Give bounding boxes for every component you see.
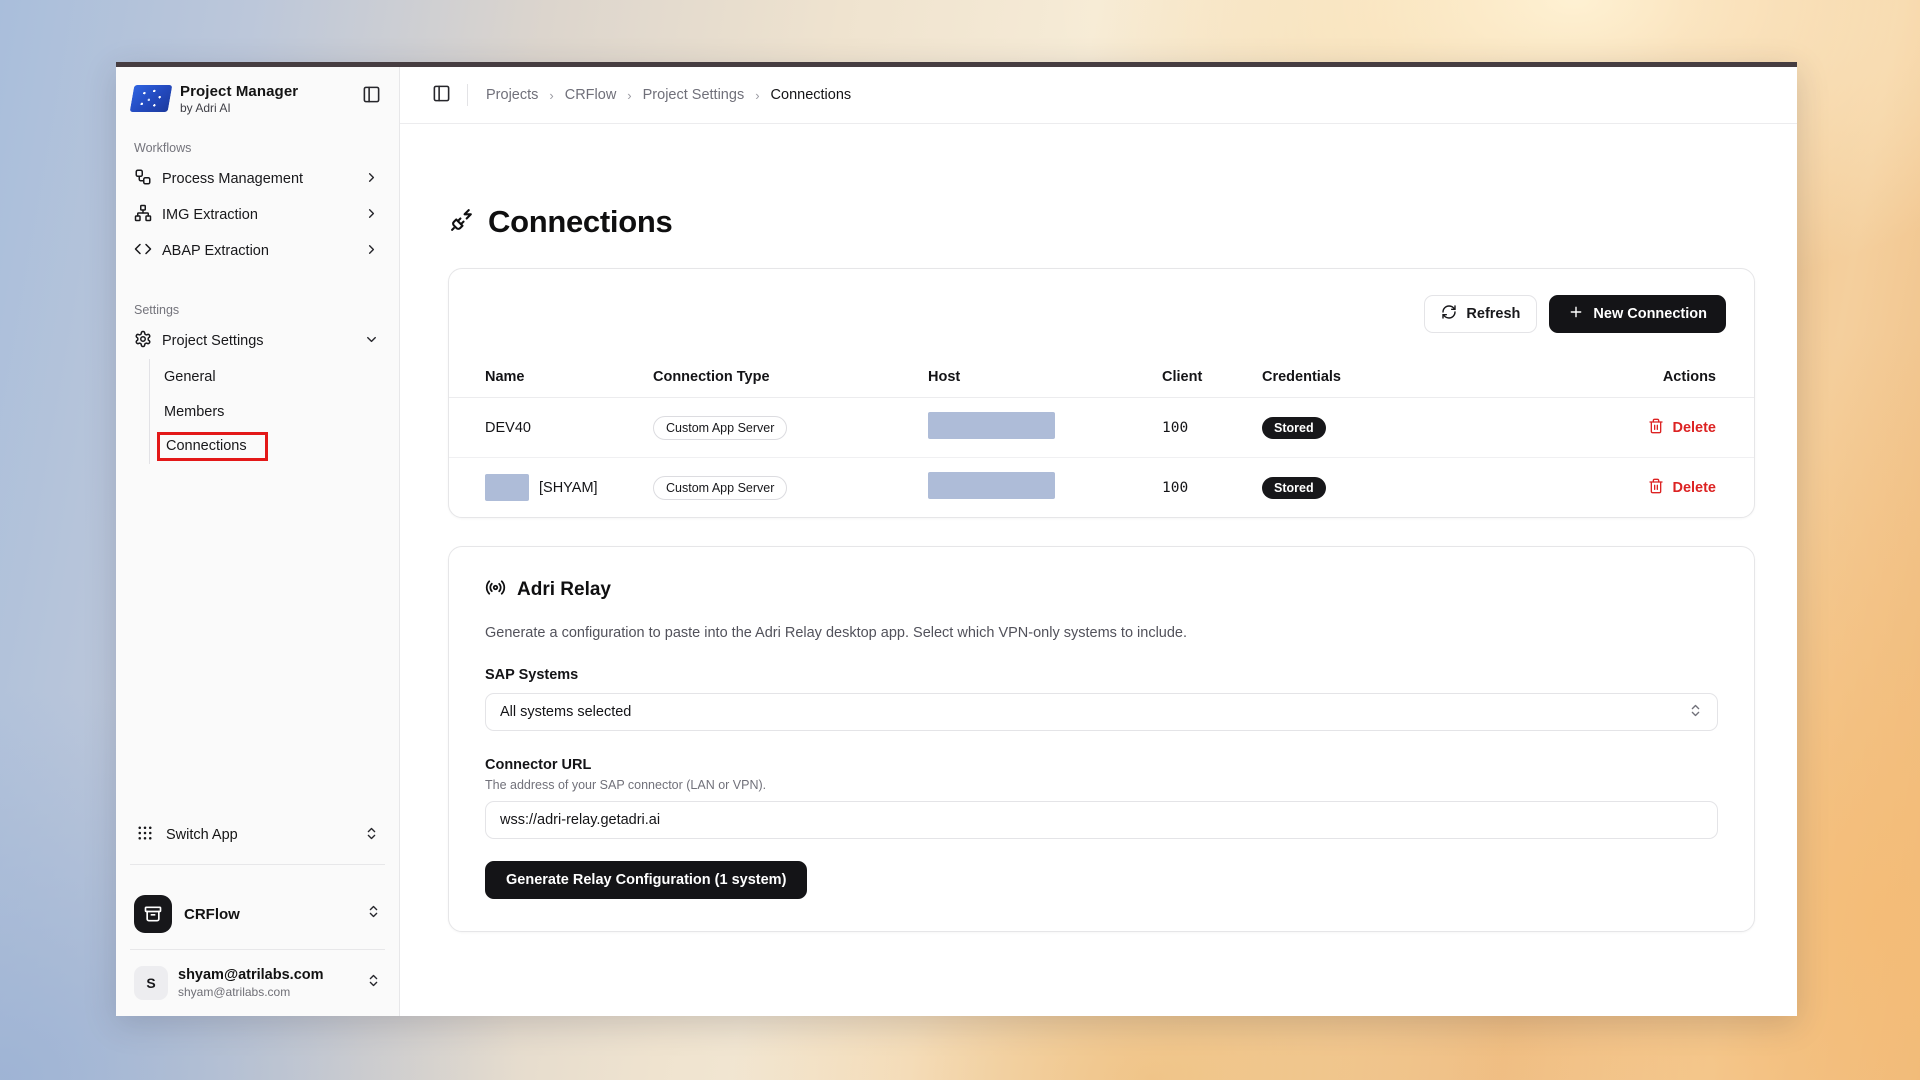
table-row: DEV40 Custom App Server 100 Stored — [449, 398, 1754, 458]
chevron-right-icon — [364, 242, 379, 261]
sap-systems-select[interactable]: All systems selected — [485, 693, 1718, 731]
connection-type-badge: Custom App Server — [653, 416, 787, 440]
main-content: Projects › CRFlow › Project Settings › C… — [400, 67, 1797, 1016]
user-email: shyam@atrilabs.com — [178, 985, 356, 1000]
refresh-button[interactable]: Refresh — [1424, 295, 1537, 333]
plus-icon — [1568, 304, 1584, 324]
col-header-name: Name — [449, 359, 653, 398]
trash-icon — [1648, 478, 1664, 498]
sidebar-item-members[interactable]: Members — [164, 394, 387, 429]
chevron-down-icon — [364, 332, 379, 351]
gear-icon — [134, 330, 152, 352]
col-header-type: Connection Type — [653, 359, 928, 398]
col-header-actions: Actions — [1624, 359, 1754, 398]
page-title: Connections — [488, 204, 672, 240]
table-row: [SHYAM] Custom App Server 100 — [449, 458, 1754, 518]
chevron-right-icon — [364, 170, 379, 189]
app-logo — [130, 85, 173, 112]
connector-url-help: The address of your SAP connector (LAN o… — [485, 778, 1718, 792]
col-header-credentials: Credentials — [1262, 359, 1624, 398]
page-scroll-area[interactable]: Connections Refresh New Connec — [400, 124, 1797, 1016]
generate-relay-config-button[interactable]: Generate Relay Configuration (1 system) — [485, 861, 807, 899]
red-annotation-box: Connections — [157, 432, 268, 461]
delete-button[interactable]: Delete — [1648, 418, 1716, 438]
credentials-badge: Stored — [1262, 477, 1326, 499]
connector-url-input[interactable] — [485, 801, 1718, 839]
divider — [130, 864, 385, 865]
breadcrumb-crflow[interactable]: CRFlow — [565, 87, 617, 103]
workflow-icon — [134, 168, 152, 190]
adri-relay-card: Adri Relay Generate a configuration to p… — [448, 546, 1755, 932]
app-window: Project Manager by Adri AI Workflows Pro… — [116, 62, 1797, 1016]
new-connection-button[interactable]: New Connection — [1549, 295, 1726, 333]
plug-zap-icon — [450, 207, 475, 237]
col-header-host: Host — [928, 359, 1162, 398]
connector-url-label: Connector URL — [485, 757, 1718, 773]
redacted-name — [485, 474, 529, 501]
connection-client: 100 — [1162, 398, 1262, 458]
breadcrumb-separator: › — [549, 88, 553, 103]
sidebar-item-general[interactable]: General — [164, 359, 387, 394]
redacted-host — [928, 472, 1055, 499]
breadcrumb-separator: › — [755, 88, 759, 103]
panel-left-icon — [432, 84, 451, 106]
app-subtitle: by Adri AI — [180, 101, 350, 115]
project-settings-subtree: General Members Connections — [149, 359, 387, 464]
relay-title: Adri Relay — [517, 579, 611, 601]
chevrons-up-down-icon — [364, 826, 379, 845]
connection-name: DEV40 — [485, 420, 653, 436]
workspace-switcher[interactable]: CRFlow — [128, 889, 387, 939]
trash-icon — [1648, 418, 1664, 438]
sidebar-item-abap-extraction[interactable]: ABAP Extraction — [128, 233, 387, 269]
chevron-right-icon — [364, 206, 379, 225]
sidebar: Project Manager by Adri AI Workflows Pro… — [116, 67, 400, 1016]
credentials-badge: Stored — [1262, 417, 1326, 439]
table-header-row: Name Connection Type Host Client Credent… — [449, 359, 1754, 398]
sidebar-collapse-button[interactable] — [360, 83, 383, 109]
network-icon — [134, 204, 152, 226]
delete-button[interactable]: Delete — [1648, 478, 1716, 498]
relay-description: Generate a configuration to paste into t… — [485, 625, 1718, 641]
sidebar-item-process-management[interactable]: Process Management — [128, 161, 387, 197]
sidebar-item-connections[interactable]: Connections — [164, 429, 387, 464]
connections-card: Refresh New Connection Name Connection T… — [448, 268, 1755, 518]
sidebar-header: Project Manager by Adri AI — [128, 81, 387, 115]
settings-section-label: Settings — [134, 303, 387, 317]
avatar: S — [134, 966, 168, 1000]
sap-systems-label: SAP Systems — [485, 667, 1718, 683]
switch-app-button[interactable]: Switch App — [128, 816, 387, 854]
connection-client: 100 — [1162, 458, 1262, 518]
breadcrumb-separator: › — [627, 88, 631, 103]
divider — [467, 84, 468, 106]
user-name: shyam@atrilabs.com — [178, 966, 356, 984]
col-header-client: Client — [1162, 359, 1262, 398]
code-icon — [134, 240, 152, 262]
chevrons-up-down-icon — [1688, 703, 1703, 722]
divider — [130, 949, 385, 950]
sidebar-toggle-button[interactable] — [430, 82, 453, 108]
workspace-name: CRFlow — [184, 906, 354, 923]
workspace-icon — [134, 895, 172, 933]
breadcrumb: Projects › CRFlow › Project Settings › C… — [486, 87, 851, 103]
grid-icon — [136, 824, 154, 846]
app-title: Project Manager — [180, 83, 350, 100]
breadcrumb-connections: Connections — [771, 87, 852, 103]
connection-name: [SHYAM] — [539, 480, 598, 496]
user-menu[interactable]: S shyam@atrilabs.com shyam@atrilabs.com — [128, 960, 387, 1002]
panel-left-icon — [362, 85, 381, 107]
workflows-section-label: Workflows — [134, 141, 387, 155]
chevrons-up-down-icon — [366, 973, 381, 993]
connection-type-badge: Custom App Server — [653, 476, 787, 500]
main-header: Projects › CRFlow › Project Settings › C… — [400, 67, 1797, 124]
connections-table: Name Connection Type Host Client Credent… — [449, 359, 1754, 517]
refresh-icon — [1441, 304, 1457, 324]
sidebar-item-project-settings[interactable]: Project Settings — [128, 323, 387, 359]
breadcrumb-project-settings[interactable]: Project Settings — [643, 87, 745, 103]
radio-icon — [485, 577, 506, 603]
sidebar-item-img-extraction[interactable]: IMG Extraction — [128, 197, 387, 233]
breadcrumb-projects[interactable]: Projects — [486, 87, 538, 103]
redacted-host — [928, 412, 1055, 439]
chevrons-up-down-icon — [366, 904, 381, 924]
